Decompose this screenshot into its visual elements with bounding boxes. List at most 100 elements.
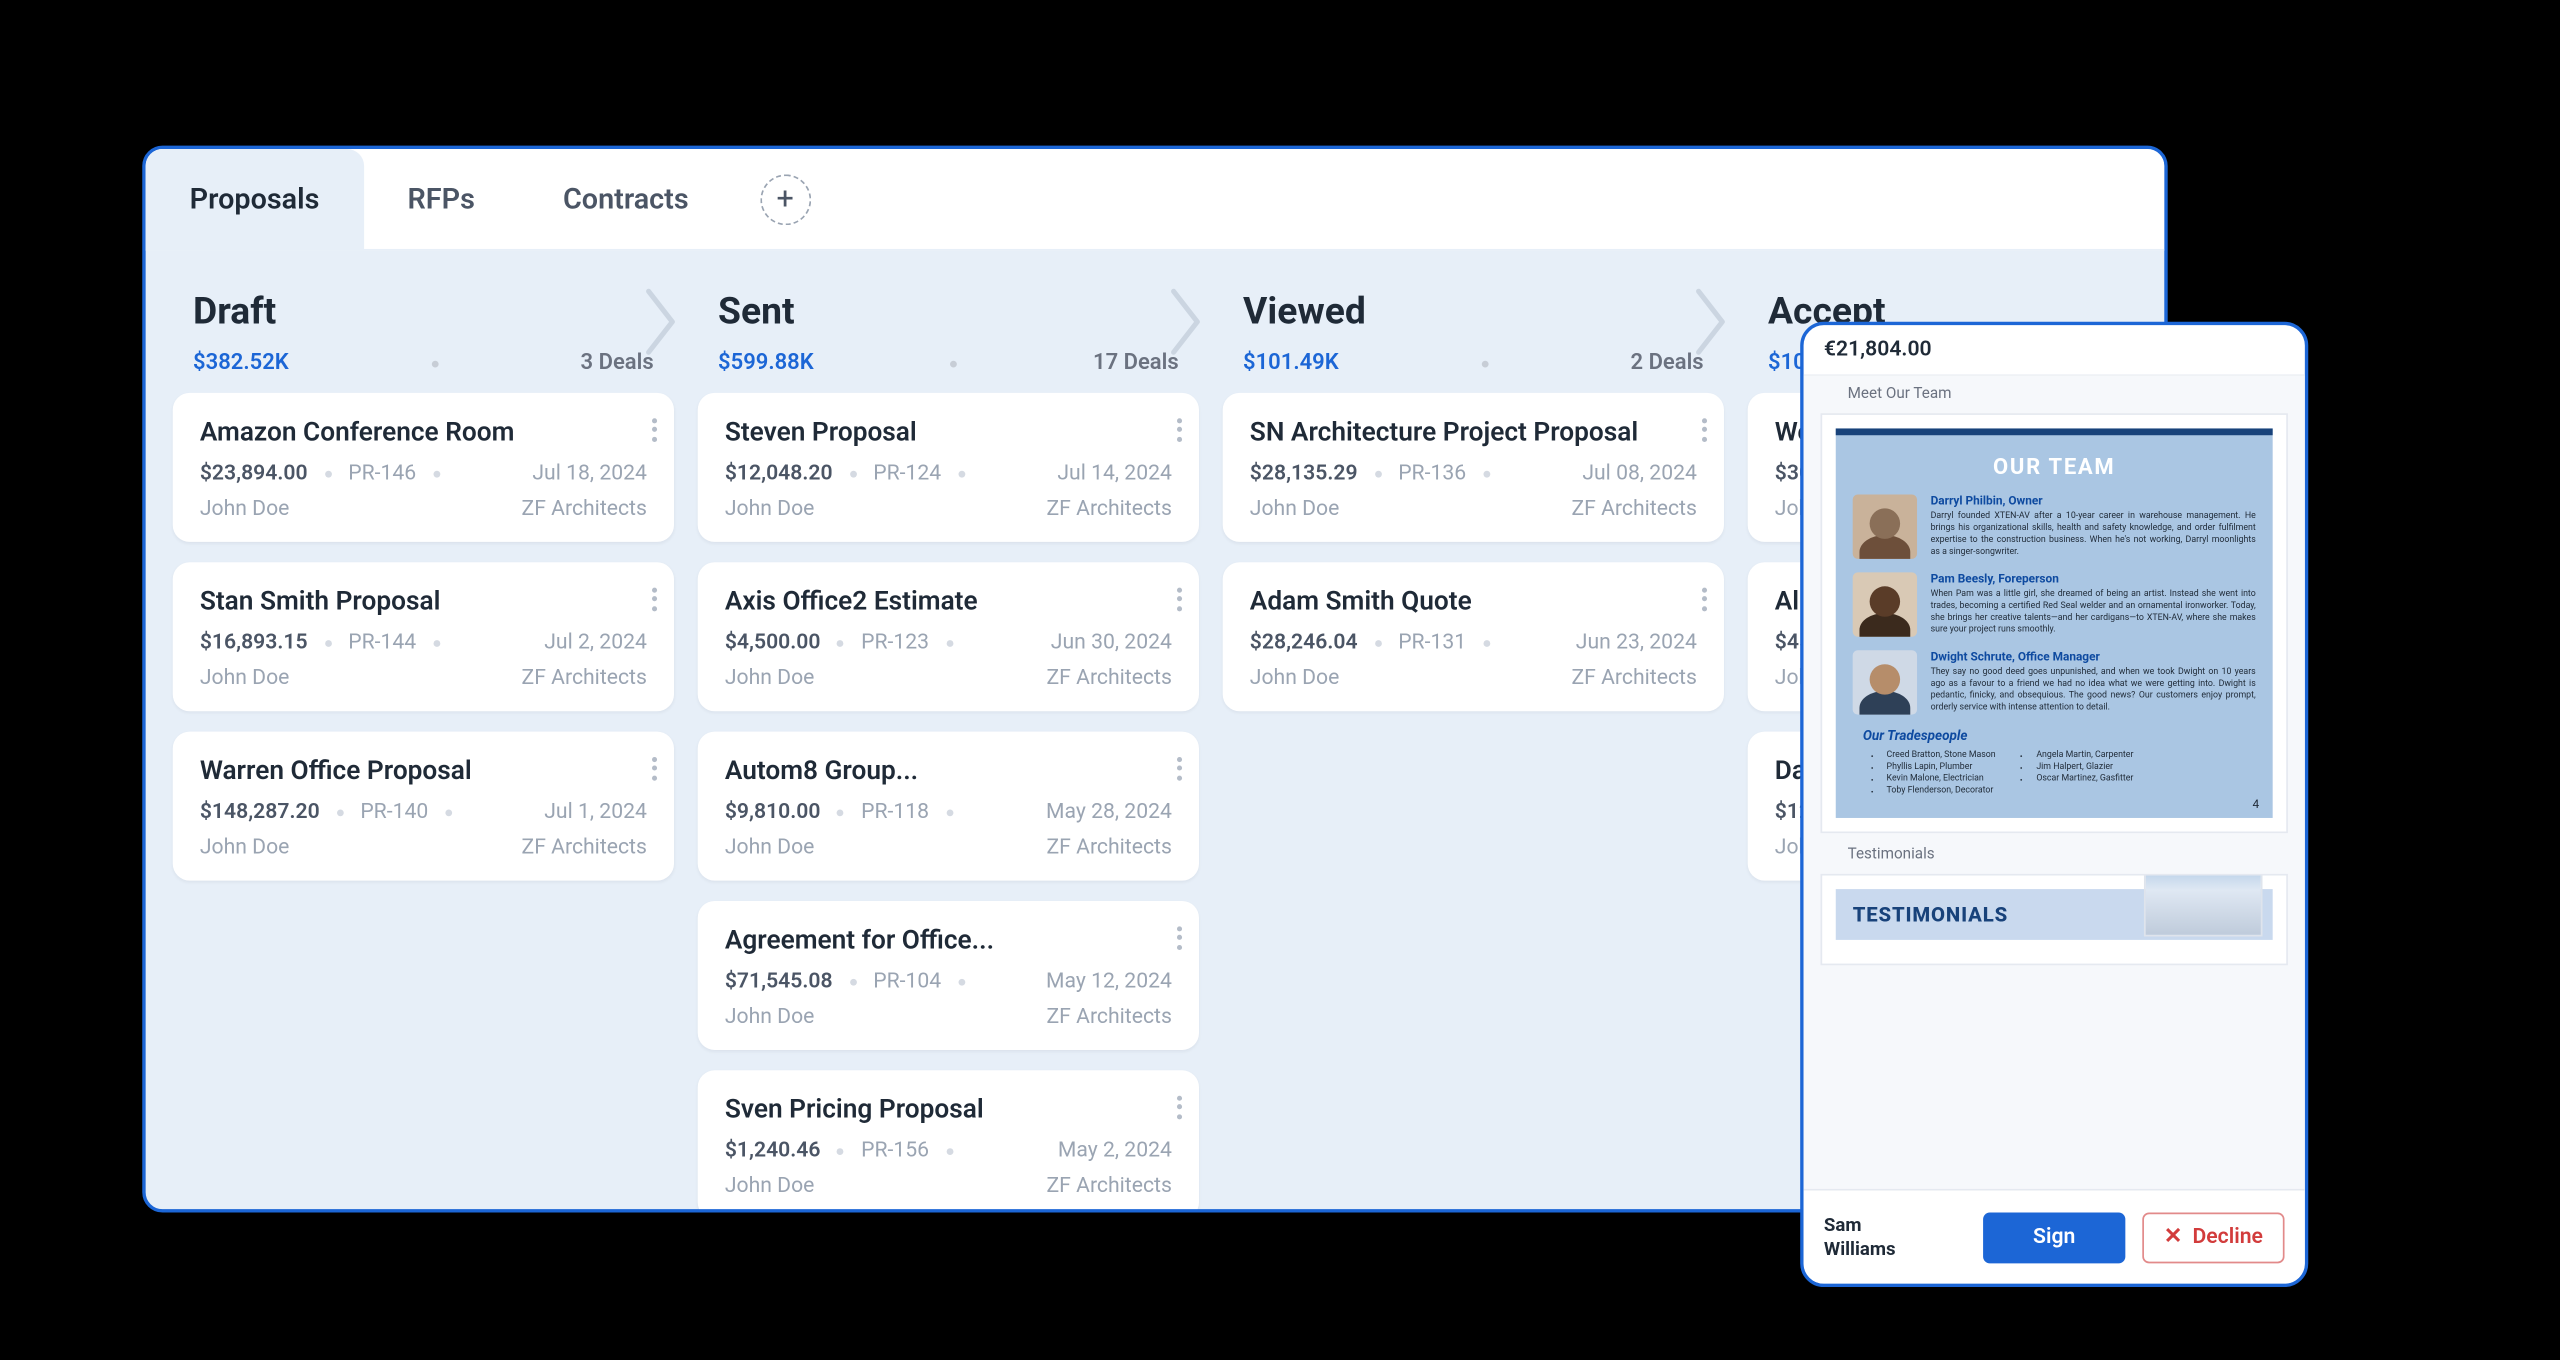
card-title: Steven Proposal [725, 417, 1172, 447]
tradesperson-item: Jim Halpert, Glazier [2036, 762, 2133, 772]
card-amount: $71,545.08 [725, 969, 833, 994]
dot-separator [950, 360, 957, 367]
proposal-card[interactable]: Adam Smith Quote$28,246.04PR-131Jun 23, … [1223, 562, 1724, 711]
dot-separator [325, 470, 332, 477]
tab-rfps[interactable]: RFPs [363, 148, 518, 250]
tradesperson-item: Toby Flenderson, Decorator [1887, 786, 1996, 796]
proposal-card[interactable]: Stan Smith Proposal$16,893.15PR-144Jul 2… [173, 562, 674, 711]
dot-separator [837, 809, 844, 816]
dot-separator [850, 470, 857, 477]
dot-separator [946, 639, 953, 646]
proposal-card[interactable]: Agreement for Office...$71,545.08PR-104M… [698, 901, 1199, 1050]
document-page-team: OUR TEAM Darryl Philbin, OwnerDarryl fou… [1821, 413, 2288, 833]
document-preview-phone: €21,804.00 Meet Our Team OUR TEAM Darryl… [1800, 322, 2308, 1287]
decline-button[interactable]: ✕Decline [2142, 1212, 2284, 1263]
card-menu-button[interactable] [1702, 413, 1707, 445]
card-org: ZF Architects [1571, 666, 1696, 691]
card-title: Axis Office2 Estimate [725, 586, 1172, 616]
card-code: PR-156 [861, 1138, 929, 1163]
card-org: ZF Architects [1047, 1174, 1172, 1199]
card-org: ZF Architects [1047, 835, 1172, 860]
team-member: Pam Beesly, ForepersonWhen Pam was a lit… [1853, 573, 2256, 637]
dot-separator [958, 470, 965, 477]
avatar [1853, 573, 1917, 637]
card-menu-button[interactable] [1177, 583, 1182, 615]
card-owner: John Doe [725, 1004, 815, 1029]
section-label-testimonials: Testimonials [1817, 844, 2291, 864]
card-menu-button[interactable] [1177, 413, 1182, 445]
card-menu-button[interactable] [652, 752, 657, 784]
card-amount: $1,240.46 [725, 1138, 821, 1163]
card-amount: $148,287.20 [200, 799, 320, 824]
card-title: Warren Office Proposal [200, 755, 647, 785]
card-date: Jul 14, 2024 [1057, 461, 1172, 486]
add-tab-button[interactable]: + [760, 174, 811, 225]
dot-separator [1483, 470, 1490, 477]
column-title: Draft [193, 291, 654, 333]
card-menu-button[interactable] [652, 583, 657, 615]
proposal-card[interactable]: Amazon Conference Room $23,894.00 PR-146 Ju… [173, 393, 674, 542]
tab-contracts[interactable]: Contracts [519, 148, 733, 250]
card-menu-button[interactable] [1177, 921, 1182, 953]
dot-separator [1481, 360, 1488, 367]
tradesperson-item: Oscar Martinez, Gasfitter [2036, 774, 2133, 784]
card-code: PR-124 [873, 461, 941, 486]
dot-separator [433, 639, 440, 646]
dot-separator [431, 360, 438, 367]
team-member: Darryl Philbin, OwnerDarryl founded XTEN… [1853, 495, 2256, 559]
member-description: Darryl founded XTEN-AV after a 10-year c… [1931, 511, 2256, 559]
card-owner: John Doe [725, 666, 815, 691]
card-date: May 28, 2024 [1046, 799, 1172, 824]
card-org: ZF Architects [1571, 496, 1696, 521]
proposal-card[interactable]: Sven Pricing Proposal$1,240.46PR-156May … [698, 1070, 1199, 1209]
card-owner: John Doe [1250, 496, 1340, 521]
dot-separator [337, 809, 344, 816]
card-owner: John Doe [200, 666, 290, 691]
card-code: PR-136 [1398, 461, 1466, 486]
proposal-card[interactable]: Autom8 Group...$9,810.00PR-118May 28, 20… [698, 732, 1199, 881]
page-title-our-team: OUR TEAM [1853, 456, 2256, 481]
card-amount: $12,048.20 [725, 461, 833, 486]
card-date: Jul 1, 2024 [544, 799, 647, 824]
card-code: PR-146 [348, 461, 416, 486]
document-page-testimonials: TESTIMONIALS [1821, 874, 2288, 965]
dot-separator [958, 978, 965, 985]
column-total: $599.88K [718, 351, 814, 376]
card-amount: $16,893.15 [200, 630, 308, 655]
card-org: ZF Architects [1047, 1004, 1172, 1029]
chevron-right-icon [640, 285, 684, 360]
card-date: May 12, 2024 [1046, 969, 1172, 994]
card-menu-button[interactable] [1177, 752, 1182, 784]
card-menu-button[interactable] [652, 413, 657, 445]
tradesperson-item: Kevin Malone, Electrician [1887, 774, 1996, 784]
card-title: Amazon Conference Room [200, 417, 647, 447]
sign-button[interactable]: Sign [1983, 1212, 2125, 1263]
card-date: May 2, 2024 [1058, 1138, 1172, 1163]
card-owner: John Doe [725, 496, 815, 521]
card-menu-button[interactable] [1702, 583, 1707, 615]
card-org: ZF Architects [522, 835, 647, 860]
proposal-card[interactable]: Warren Office Proposal$148,287.20PR-140J… [173, 732, 674, 881]
card-title: SN Architecture Project Proposal [1250, 417, 1697, 447]
dot-separator [850, 978, 857, 985]
document-body[interactable]: Meet Our Team OUR TEAM Darryl Philbin, O… [1804, 376, 2305, 1189]
column-title: Viewed [1243, 291, 1704, 333]
card-code: PR-123 [861, 630, 929, 655]
proposal-card[interactable]: Axis Office2 Estimate$4,500.00PR-123Jun … [698, 562, 1199, 711]
card-amount: $4,500.00 [725, 630, 821, 655]
column-title: Sent [718, 291, 1179, 333]
member-name: Pam Beesly, Foreperson [1931, 573, 2256, 587]
page-number: 4 [2252, 798, 2259, 812]
avatar [1853, 495, 1917, 559]
close-icon: ✕ [2164, 1224, 2182, 1249]
card-menu-button[interactable] [1177, 1091, 1182, 1123]
column-total: $101.49K [1243, 351, 1339, 376]
card-amount: $23,894.00 [200, 461, 308, 486]
proposal-card[interactable]: Steven Proposal $12,048.20 PR-124 Jul 14, 2… [698, 393, 1199, 542]
card-date: Jul 18, 2024 [532, 461, 647, 486]
tab-proposals[interactable]: Proposals [146, 148, 364, 250]
proposal-card[interactable]: SN Architecture Project Proposal$28,135.… [1223, 393, 1724, 542]
card-code: PR-131 [1398, 630, 1466, 655]
avatar [1853, 651, 1917, 715]
chevron-right-icon [1165, 285, 1209, 360]
